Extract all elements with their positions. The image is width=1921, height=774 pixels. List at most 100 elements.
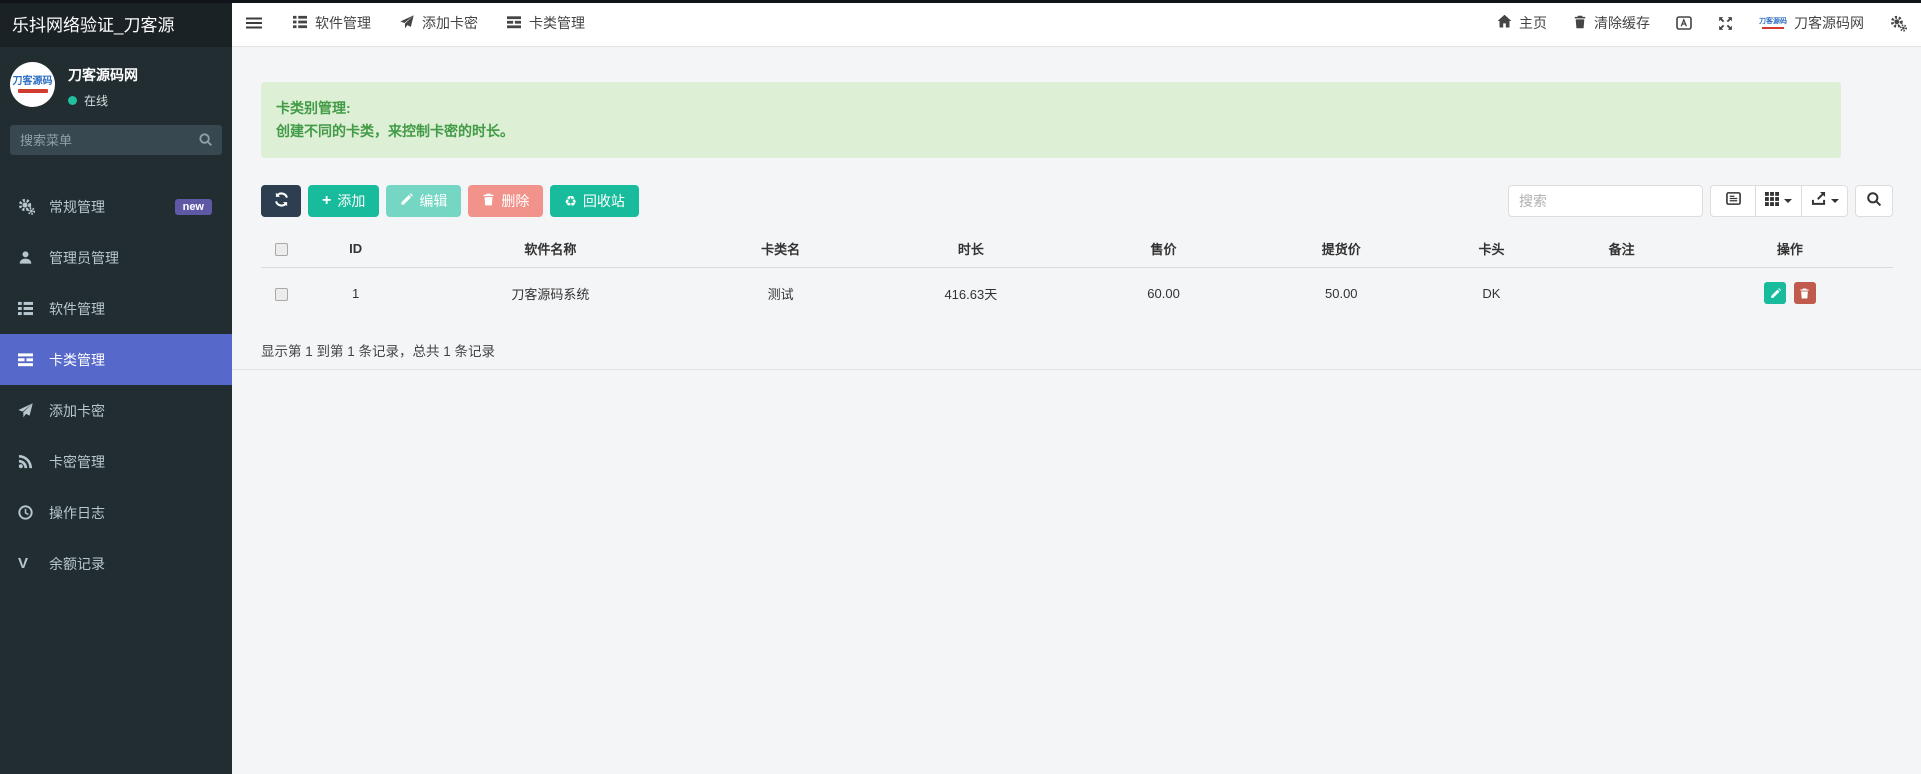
- edit-button[interactable]: 编辑: [386, 185, 462, 217]
- user-name: 刀客源码网: [68, 67, 138, 83]
- toggle-detail-view-button[interactable]: [1710, 185, 1756, 217]
- navbar-brand-logo-underline: [1762, 26, 1784, 29]
- add-button[interactable]: + 添加: [308, 185, 380, 217]
- sidebar-item-label: 常规管理: [49, 198, 105, 215]
- home-link[interactable]: 主页: [1497, 13, 1547, 33]
- column-header-remark: 备注: [1556, 231, 1687, 268]
- new-badge: new: [174, 198, 212, 215]
- cell-card-type: 测试: [690, 267, 871, 320]
- sidebar-item-label: 卡密管理: [49, 453, 105, 470]
- card-list-icon: [18, 352, 42, 367]
- avatar-logo-text: 刀客源码: [12, 76, 53, 87]
- pagination-summary: 显示第 1 到第 1 条记录，总共 1 条记录: [261, 343, 496, 359]
- table-toolbar: + 添加 编辑 删除 ♻ 回收站: [261, 185, 1893, 217]
- rss-icon: [18, 454, 42, 469]
- sidebar-item-admin-management[interactable]: 管理员管理: [0, 232, 232, 283]
- clock-icon: [18, 505, 42, 520]
- table-search-input[interactable]: [1508, 185, 1703, 217]
- alert-title: 卡类别管理:: [276, 100, 351, 116]
- row-checkbox[interactable]: [274, 287, 288, 301]
- fullscreen-icon[interactable]: [1718, 16, 1733, 31]
- cell-id: 1: [301, 267, 411, 320]
- table-search-button[interactable]: [1855, 185, 1893, 217]
- data-table: ID 软件名称 卡类名 时长 售价 提货价 卡头 备注 操作 1 刀客源码系统 …: [232, 231, 1921, 370]
- search-icon[interactable]: [198, 132, 213, 152]
- sidebar-item-card-type-management[interactable]: 卡类管理: [0, 334, 232, 385]
- navbar-tab-card-type-management[interactable]: 卡类管理: [507, 13, 585, 33]
- vimeo-v-icon: V: [18, 555, 29, 572]
- content-area: 卡类别管理: 创建不同的卡类，来控制卡密的时长。 + 添加 编辑 删除 ♻ 回收…: [232, 47, 1921, 774]
- delete-button[interactable]: 删除: [468, 185, 544, 217]
- language-icon[interactable]: [1676, 15, 1692, 31]
- sidebar-search: [10, 125, 222, 155]
- user-status-label: 在线: [84, 94, 109, 108]
- sidebar-item-software-management[interactable]: 软件管理: [0, 283, 232, 334]
- pencil-icon: [400, 193, 414, 209]
- navbar-brand-link[interactable]: 刀客源码 刀客源码网: [1759, 13, 1864, 33]
- edit-button-label: 编辑: [419, 193, 448, 209]
- sidebar-search-input[interactable]: [10, 125, 222, 155]
- column-header-pickup-price: 提货价: [1256, 231, 1427, 268]
- info-alert: 卡类别管理: 创建不同的卡类，来控制卡密的时长。: [261, 82, 1841, 158]
- trash-icon: [1573, 15, 1587, 32]
- trash-icon: [482, 193, 495, 209]
- avatar-logo-underline: [17, 89, 48, 93]
- recycle-bin-button[interactable]: ♻ 回收站: [550, 185, 639, 217]
- trash-icon: [1800, 288, 1809, 298]
- th-list-icon: [293, 15, 307, 32]
- cell-card-prefix: DK: [1426, 267, 1557, 320]
- navbar-brand-logo-text: 刀客源码: [1759, 17, 1787, 25]
- cell-price: 60.00: [1070, 267, 1257, 320]
- clear-cache-label: 清除缓存: [1594, 15, 1650, 31]
- cell-pickup-price: 50.00: [1256, 267, 1427, 320]
- sidebar-menu: 常规管理 new 管理员管理 软件管理 卡类管理 添加卡密 卡密管理 操作日志 …: [0, 181, 232, 589]
- detail-view-icon: [1725, 191, 1741, 211]
- row-delete-button[interactable]: [1793, 282, 1816, 304]
- navbar-tab-label: 卡类管理: [529, 15, 585, 31]
- toolbar-right: [1508, 185, 1893, 217]
- navbar-tab-label: 软件管理: [315, 15, 371, 31]
- navbar-tab-add-card-key[interactable]: 添加卡密: [400, 13, 478, 33]
- home-icon: [1497, 14, 1512, 32]
- select-all-checkbox[interactable]: [274, 243, 288, 257]
- column-header-duration: 时长: [870, 231, 1071, 268]
- app-root: 乐抖网络验证_刀客源 刀客源码 刀客源码网 在线 搜索菜单 常规管理 new 管…: [0, 0, 1921, 774]
- sidebar-brand-title: 乐抖网络验证_刀客源: [0, 0, 232, 47]
- gears-icon: [18, 198, 42, 215]
- navbar-brand-logo: 刀客源码: [1759, 18, 1787, 29]
- refresh-button[interactable]: [261, 185, 301, 217]
- row-edit-button[interactable]: [1764, 282, 1787, 304]
- sidebar-item-label: 添加卡密: [49, 402, 105, 419]
- avatar: 刀客源码: [10, 62, 55, 107]
- recycle-bin-label: 回收站: [582, 193, 625, 209]
- navbar-tab-software-management[interactable]: 软件管理: [293, 13, 371, 33]
- column-header-id: ID: [301, 231, 411, 268]
- clear-cache-link[interactable]: 清除缓存: [1573, 13, 1650, 33]
- sidebar-item-label: 余额记录: [49, 555, 105, 572]
- sidebar-item-general-management[interactable]: 常规管理 new: [0, 181, 232, 232]
- sidebar-item-card-key-management[interactable]: 卡密管理: [0, 436, 232, 487]
- sidebar: 乐抖网络验证_刀客源 刀客源码 刀客源码网 在线 搜索菜单 常规管理 new 管…: [0, 0, 232, 774]
- online-dot-icon: [68, 96, 77, 105]
- column-header-card-type: 卡类名: [690, 231, 871, 268]
- navbar-tab-label: 添加卡密: [422, 15, 478, 31]
- alert-body: 创建不同的卡类，来控制卡密的时长。: [276, 123, 514, 139]
- sidebar-item-balance-record[interactable]: V 余额记录: [0, 538, 232, 589]
- hamburger-menu-icon[interactable]: [246, 15, 262, 31]
- sidebar-item-add-card-key[interactable]: 添加卡密: [0, 385, 232, 436]
- settings-gears-icon[interactable]: [1890, 15, 1907, 32]
- paper-plane-icon: [18, 403, 42, 418]
- cell-duration: 416.63天: [870, 267, 1071, 320]
- content-divider: [232, 368, 1921, 370]
- window-top-edge: [0, 0, 1921, 3]
- navbar-brand-label: 刀客源码网: [1794, 15, 1864, 31]
- sidebar-item-label: 卡类管理: [49, 351, 105, 368]
- sidebar-item-operation-log[interactable]: 操作日志: [0, 487, 232, 538]
- columns-dropdown-button[interactable]: [1756, 185, 1802, 217]
- sidebar-user-panel: 刀客源码 刀客源码网 在线: [0, 47, 232, 109]
- column-header-software-name: 软件名称: [410, 231, 691, 268]
- pencil-icon: [1770, 287, 1781, 298]
- export-dropdown-button[interactable]: [1802, 185, 1848, 217]
- plus-icon: +: [322, 192, 332, 209]
- main-area: 软件管理 添加卡密 卡类管理 主页 清除缓存 刀客源码 刀客源码网 卡类别管理:…: [232, 0, 1921, 774]
